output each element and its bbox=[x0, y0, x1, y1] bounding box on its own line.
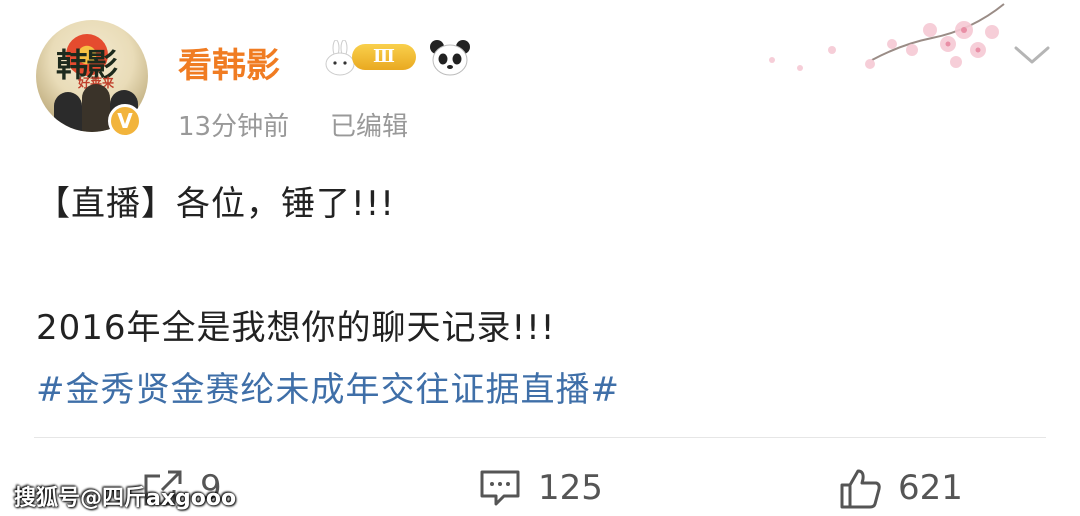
like-count: 621 bbox=[898, 468, 963, 508]
panda-icon bbox=[430, 40, 470, 76]
level-badge: Ⅲ bbox=[352, 44, 416, 70]
post-text-line: 2016年全是我想你的聊天记录!!! bbox=[36, 308, 556, 348]
hashtag-link[interactable]: #金秀贤金赛纶未成年交往证据直播# bbox=[36, 362, 620, 411]
cherry-blossom-decoration-icon bbox=[769, 3, 1005, 71]
crown-decoration-icon bbox=[146, 46, 148, 68]
chevron-down-icon[interactable] bbox=[1012, 42, 1052, 68]
avatar-figure bbox=[54, 92, 82, 132]
avatar-figure bbox=[82, 84, 110, 132]
comment-button[interactable]: 125 bbox=[478, 464, 603, 512]
comment-icon bbox=[480, 470, 520, 506]
post-time: 13分钟前 bbox=[178, 112, 290, 142]
edited-label[interactable]: 已编辑 bbox=[330, 106, 408, 143]
like-button[interactable]: 621 bbox=[838, 464, 963, 512]
divider bbox=[34, 437, 1046, 438]
comment-count: 125 bbox=[538, 468, 603, 508]
verified-badge-icon: V bbox=[108, 104, 142, 138]
post-text-line: 【直播】各位，锤了!!! bbox=[36, 184, 395, 224]
thumbs-up-icon bbox=[840, 469, 881, 509]
watermark: 搜狐号@四斤axgooo bbox=[14, 486, 237, 511]
username[interactable]: 看韩影 bbox=[178, 38, 280, 87]
